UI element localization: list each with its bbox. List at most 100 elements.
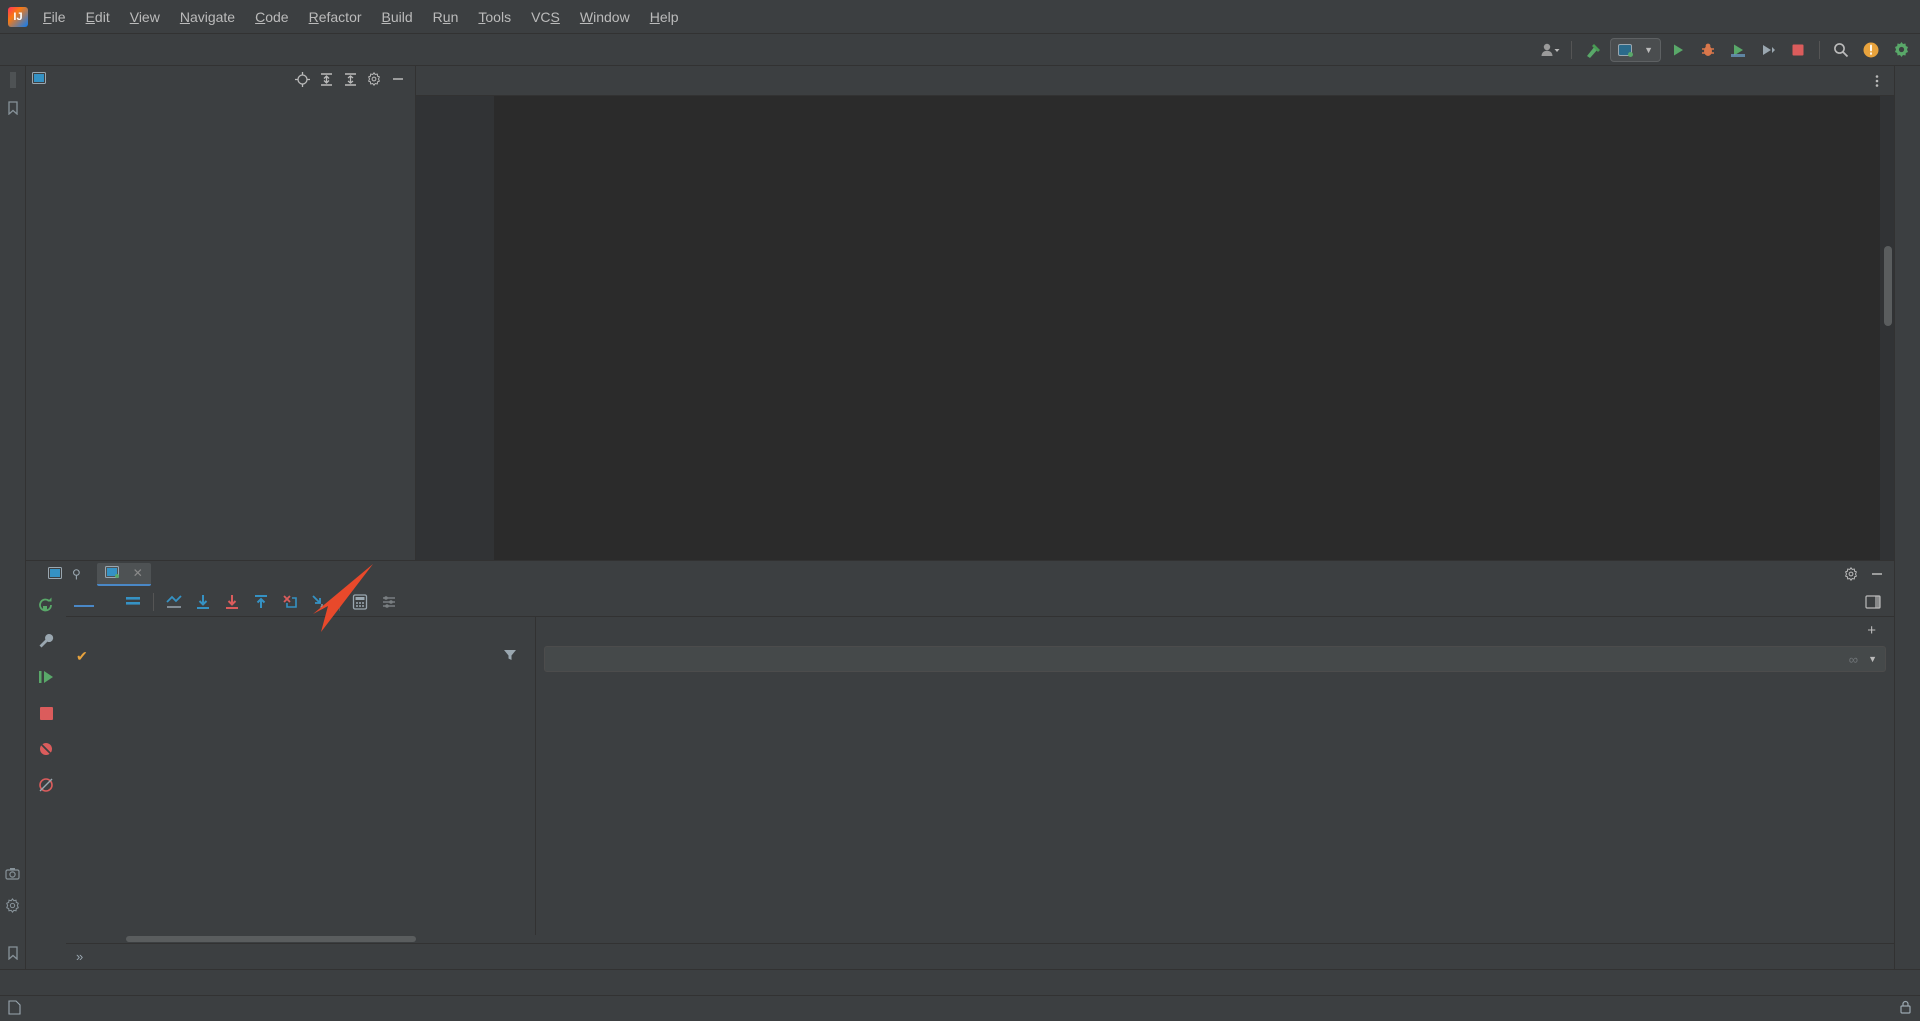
status-doc-icon (8, 999, 21, 1018)
thread-selector[interactable]: ✔ (66, 643, 535, 670)
run-to-cursor-icon[interactable] (306, 590, 332, 614)
filter-icon[interactable] (503, 648, 517, 665)
project-panel-header (26, 66, 415, 92)
menu-item-view[interactable]: View (121, 5, 169, 29)
project-window-icon (32, 71, 46, 87)
toolbar-divider (1571, 40, 1573, 59)
frames-horizontal-scrollbar[interactable] (66, 935, 1894, 943)
drop-frame-icon[interactable] (277, 590, 303, 614)
debug-settings-gear-icon[interactable] (1840, 564, 1862, 584)
maximize-button[interactable] (1828, 0, 1874, 34)
debug-toolbar-divider (153, 592, 154, 611)
main-toolbar: ▼ (1537, 37, 1914, 62)
close-icon[interactable]: ✕ (133, 566, 143, 580)
tab-debugger[interactable] (74, 597, 94, 607)
status-right-group (1835, 1000, 1912, 1017)
debug-body: ✔ + ∞ ▼ » (26, 587, 1894, 969)
sidebar-item-project[interactable] (9, 72, 16, 88)
sidebar-item-maven[interactable] (1905, 72, 1911, 88)
project-panel-title-group[interactable] (32, 71, 56, 87)
chevron-down-icon[interactable]: ▼ (1868, 654, 1877, 664)
variables-header-row: + (536, 617, 1894, 643)
close-button[interactable] (1874, 0, 1920, 34)
menu-item-build[interactable]: Build (373, 5, 422, 29)
session-icon-2 (104, 565, 119, 581)
debug-toolbar (66, 587, 1894, 617)
menu-item-tools[interactable]: Tools (469, 5, 520, 29)
project-settings-gear-icon[interactable] (363, 69, 385, 89)
debug-content: ✔ + ∞ ▼ » (66, 587, 1894, 969)
step-over-icon[interactable] (190, 590, 216, 614)
menu-item-code[interactable]: Code (246, 5, 297, 29)
step-into-icon[interactable] (219, 590, 245, 614)
hide-project-panel-icon[interactable] (387, 69, 409, 89)
menu-item-vcs[interactable]: VCS (522, 5, 569, 29)
run-with-coverage-button[interactable] (1725, 38, 1751, 62)
stop-program-icon[interactable] (34, 701, 58, 725)
add-watch-icon[interactable]: + (1867, 622, 1884, 639)
sidebar-item-database[interactable] (1905, 88, 1911, 104)
restore-layout-icon[interactable] (1860, 590, 1886, 614)
editor-scrollbar-thumb[interactable] (1884, 246, 1892, 326)
evaluate-expression-icon[interactable] (347, 590, 373, 614)
collapse-all-icon[interactable] (339, 69, 361, 89)
expand-all-icon[interactable] (315, 69, 337, 89)
show-execution-point-icon[interactable] (161, 590, 187, 614)
settings-small-icon[interactable] (3, 895, 23, 915)
menu-item-navigate[interactable]: Navigate (171, 5, 244, 29)
menu-item-file[interactable]: File (34, 5, 75, 29)
check-icon: ✔ (76, 648, 88, 664)
bookmark-flag-icon[interactable] (3, 98, 23, 118)
frames-header (66, 617, 535, 643)
menu-item-refactor[interactable]: Refactor (300, 5, 371, 29)
user-account-icon[interactable] (1537, 38, 1563, 62)
resume-program-icon[interactable] (34, 665, 58, 689)
tab-console[interactable] (97, 598, 117, 606)
updates-icon[interactable] (1858, 38, 1884, 62)
settings-gear-icon[interactable] (1888, 38, 1914, 62)
hint-chevron-icon[interactable]: » (76, 949, 83, 964)
bookmarks-flag-icon-2[interactable] (3, 943, 23, 963)
run-button[interactable] (1665, 38, 1691, 62)
stop-button[interactable] (1785, 38, 1811, 62)
step-out-icon[interactable] (248, 590, 274, 614)
sidebar-item-bookmarks[interactable] (10, 921, 16, 937)
session-icon-1 (48, 566, 62, 582)
debug-header: ⚲ ✕ (26, 561, 1894, 587)
navigation-bar: ▼ (0, 34, 1920, 66)
infinity-icon[interactable]: ∞ (1849, 652, 1858, 667)
sidebar-item-structure[interactable] (10, 841, 16, 857)
menu-item-edit[interactable]: Edit (77, 5, 119, 29)
watch-input[interactable]: ∞ ▼ (544, 646, 1886, 672)
menu-item-run[interactable]: Run (424, 5, 468, 29)
status-bar (0, 995, 1920, 1021)
menu-item-window[interactable]: Window (571, 5, 639, 29)
lock-icon[interactable] (1899, 1000, 1912, 1017)
editor-options-icon[interactable] (1866, 71, 1888, 91)
debug-split: ✔ + ∞ ▼ (66, 617, 1894, 935)
debug-button[interactable] (1695, 38, 1721, 62)
run-configuration-selector[interactable]: ▼ (1610, 37, 1661, 62)
frames-list[interactable] (66, 670, 535, 935)
editor-tabs (416, 66, 1894, 96)
mute-breakpoints-icon[interactable] (34, 737, 58, 761)
profiler-button[interactable] (1755, 38, 1781, 62)
intellij-logo-icon: IJ (8, 6, 28, 27)
search-icon[interactable] (1828, 38, 1854, 62)
settings-list-icon[interactable] (376, 590, 402, 614)
screenshot-icon[interactable] (3, 863, 23, 883)
bottom-tool-window-bar (0, 969, 1920, 995)
debug-session-tab-1[interactable]: ⚲ (40, 564, 89, 585)
view-breakpoints-icon[interactable] (34, 773, 58, 797)
select-opened-file-icon[interactable] (291, 69, 313, 89)
frames-column: ✔ (66, 617, 536, 935)
minimize-button[interactable] (1782, 0, 1828, 34)
build-project-icon[interactable] (1580, 38, 1606, 62)
debug-session-tab-2[interactable]: ✕ (96, 562, 151, 586)
debug-settings-wrench-icon[interactable] (34, 629, 58, 653)
layout-settings-icon[interactable] (120, 590, 146, 614)
menu-item-help[interactable]: Help (641, 5, 688, 29)
hide-debug-panel-icon[interactable] (1866, 564, 1888, 584)
pin-icon[interactable]: ⚲ (72, 567, 81, 581)
rerun-debug-icon[interactable] (34, 593, 58, 617)
